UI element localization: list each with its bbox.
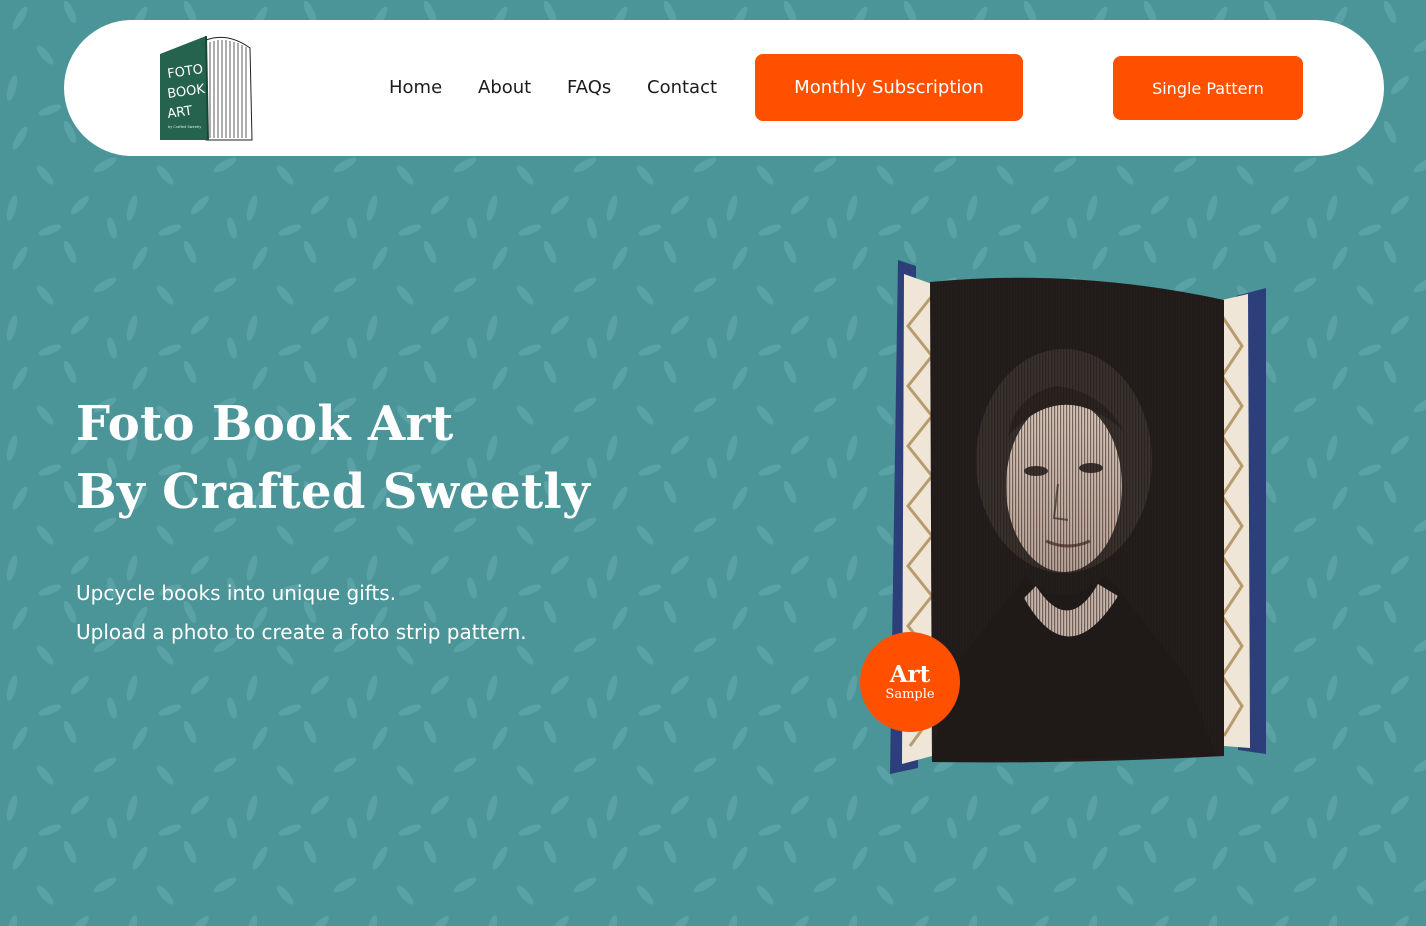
nav-about-link[interactable]: About xyxy=(478,76,531,100)
logo-tagline: by Crafted Sweetly xyxy=(168,125,201,129)
badge-subtitle: Sample xyxy=(885,686,935,702)
hero-subtitle-line2: Upload a photo to create a foto strip pa… xyxy=(76,620,527,644)
badge-title: Art xyxy=(889,660,931,688)
hero-title-line1: Foto Book Art xyxy=(76,396,454,452)
nav-home-link[interactable]: Home xyxy=(389,76,442,100)
hero-title: Foto Book Art By Crafted Sweetly xyxy=(76,390,590,526)
hero-title-line2: By Crafted Sweetly xyxy=(76,464,591,520)
nav-faqs-link[interactable]: FAQs xyxy=(567,76,611,100)
art-sample-badge: Art Sample xyxy=(860,632,960,732)
hero-subtitle: Upcycle books into unique gifts. Upload … xyxy=(76,574,527,652)
monthly-subscription-button[interactable]: Monthly Subscription xyxy=(755,54,1023,121)
foto-book-art-logo[interactable]: FOTO BOOK ART by Crafted Sweetly xyxy=(158,34,254,142)
nav-contact-link[interactable]: Contact xyxy=(647,76,717,100)
hero-subtitle-line1: Upcycle books into unique gifts. xyxy=(76,581,397,605)
single-pattern-button[interactable]: Single Pattern xyxy=(1113,56,1303,120)
